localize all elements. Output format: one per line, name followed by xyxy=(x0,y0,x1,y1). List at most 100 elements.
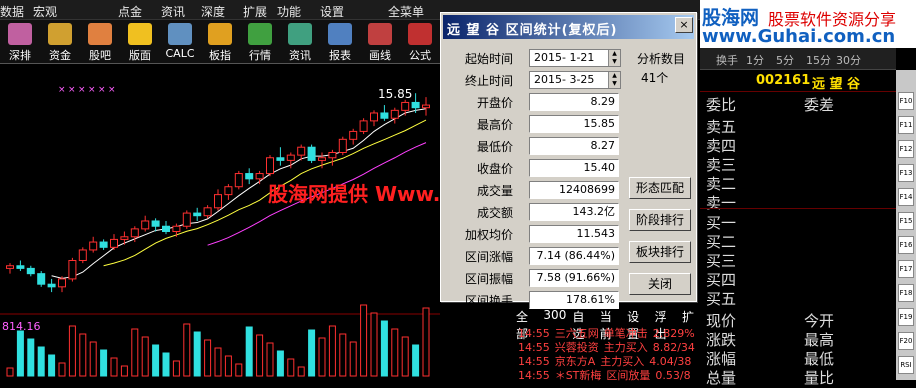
volume-bar xyxy=(204,339,212,377)
money-icon xyxy=(48,23,72,45)
menu-item[interactable]: 资讯 xyxy=(161,3,185,20)
toolbar-button[interactable]: 深排 xyxy=(0,20,40,64)
end-date-value: 2015- 3-25 xyxy=(534,73,595,86)
period-tab[interactable]: 30分 xyxy=(836,52,861,68)
sidebar-button[interactable]: F20 xyxy=(898,332,914,350)
stat-value: 11.543 xyxy=(529,225,619,243)
calculator-icon xyxy=(168,23,192,45)
toolbar-button[interactable]: 版面 xyxy=(120,20,160,64)
radar-tab[interactable]: 300 xyxy=(543,308,566,324)
menu-item[interactable]: 数据 xyxy=(0,3,24,20)
candle-body xyxy=(162,225,170,233)
sidebar-button[interactable]: F19 xyxy=(898,308,914,326)
period-tab[interactable]: 5分 xyxy=(776,52,794,68)
start-date-value: 2015- 1-21 xyxy=(534,51,595,64)
radar-row: 14:55 ＊ST新梅 区间放量 0.53/8 xyxy=(518,367,696,383)
stock-header: 002161 远 望 谷 xyxy=(700,70,896,92)
candle-body xyxy=(224,186,233,196)
pattern-match-button[interactable]: 形态匹配 xyxy=(629,177,691,199)
toolbar-button[interactable]: 报表 xyxy=(320,20,360,64)
menu-item[interactable]: 全菜单 xyxy=(388,3,424,20)
radar-name: ＊ST新梅 xyxy=(554,369,602,382)
candle-body xyxy=(359,120,368,132)
period-tab[interactable]: 换手 xyxy=(716,52,738,68)
toolbar-button[interactable]: 板指 xyxy=(200,20,240,64)
period-tab[interactable]: 1分 xyxy=(746,52,764,68)
sidebar-button[interactable]: RSI xyxy=(898,356,914,374)
candle-body xyxy=(276,157,285,161)
high-price-label: 15.85 xyxy=(378,87,412,101)
candle-body xyxy=(401,101,410,111)
formula-icon xyxy=(408,23,432,45)
sidebar-button[interactable]: F18 xyxy=(898,284,914,302)
interval-stats-dialog: 远 望 谷 区间统计(复权后) × 起始时间 2015- 1-21 ▲ ▼ 终止时间… xyxy=(440,12,697,309)
close-icon[interactable]: × xyxy=(675,17,693,33)
toolbar-button[interactable]: 公式 xyxy=(400,20,440,64)
order-diff-label: 委差 xyxy=(804,96,835,114)
sidebar-button[interactable]: F17 xyxy=(898,260,914,278)
candle-body xyxy=(297,146,306,156)
menu-item[interactable]: 功能 xyxy=(277,3,301,20)
order-book: 委比 委差 卖五 卖四 卖三 卖二 卖一 买一 买二 买三 买四 买五 xyxy=(700,92,896,312)
radar-tab[interactable]: 扩 xyxy=(682,308,694,324)
period-tab[interactable]: 15分 xyxy=(806,52,831,68)
sidebar-button[interactable]: F12 xyxy=(898,140,914,158)
toolbar-label: 公式 xyxy=(409,49,431,62)
stat-value: 7.14 (86.44%) xyxy=(529,247,619,265)
toolbar: 深排 资金 股吧 版面 CALC 板指 行情 资讯 报表 画线 公式 xyxy=(0,20,440,64)
radar-tab[interactable]: 设置 xyxy=(627,308,648,341)
menu-item[interactable]: 设置 xyxy=(320,3,344,20)
volume-bar xyxy=(100,349,108,377)
candle-body xyxy=(390,109,399,119)
volume-bar xyxy=(422,307,430,377)
kline-chart[interactable]: 15.85 814.16 × × × × × × xyxy=(0,64,440,380)
toolbar-button[interactable]: 资讯 xyxy=(280,20,320,64)
candle-body xyxy=(151,220,160,227)
sidebar-button[interactable]: F16 xyxy=(898,236,914,254)
toolbar-button[interactable]: CALC xyxy=(160,20,200,64)
sidebar-button[interactable]: F14 xyxy=(898,188,914,206)
spinner-icon[interactable]: ▲ ▼ xyxy=(608,50,620,66)
candle-body xyxy=(120,236,129,240)
sidebar-button[interactable]: F13 xyxy=(898,164,914,182)
sector-rank-button[interactable]: 板块排行 xyxy=(629,241,691,263)
menu-item[interactable]: 宏观 xyxy=(33,3,57,20)
menu-item[interactable]: 扩展 xyxy=(243,3,267,20)
radar-tab[interactable]: 浮出 xyxy=(655,308,676,341)
candle-body xyxy=(172,225,181,233)
menu-item[interactable]: 深度 xyxy=(201,3,225,20)
quote-label: 现价 xyxy=(706,312,737,330)
bid-level: 买三 xyxy=(706,252,737,270)
stat-value: 8.27 xyxy=(529,137,619,155)
stat-value: 7.58 (91.66%) xyxy=(529,269,619,287)
radar-tab[interactable]: 全部 xyxy=(516,308,537,341)
volume-bar xyxy=(6,367,14,377)
toolbar-button[interactable]: 资金 xyxy=(40,20,80,64)
radar-tab[interactable]: 自选 xyxy=(572,308,593,341)
sidebar-button[interactable]: F15 xyxy=(898,212,914,230)
radar-tabs: 全部 300 自选 当前 设置 浮出扩 xyxy=(516,308,700,341)
spinner-icon[interactable]: ▲ ▼ xyxy=(608,72,620,88)
signal-mark: × xyxy=(68,85,76,95)
menu-item[interactable]: 点金 xyxy=(118,3,142,20)
ask-level: 卖四 xyxy=(706,137,737,155)
toolbar-button[interactable]: 行情 xyxy=(240,20,280,64)
radar-tab[interactable]: 当前 xyxy=(600,308,621,341)
close-button[interactable]: 关闭 xyxy=(629,273,691,295)
volume-bar xyxy=(58,362,66,377)
stage-rank-button[interactable]: 阶段排行 xyxy=(629,209,691,231)
sidebar-button[interactable]: F11 xyxy=(898,116,914,134)
toolbar-button[interactable]: 股吧 xyxy=(80,20,120,64)
start-date-field[interactable]: 2015- 1-21 ▲ ▼ xyxy=(529,49,621,67)
stat-value: 178.61% xyxy=(529,291,619,309)
end-date-field[interactable]: 2015- 3-25 ▲ ▼ xyxy=(529,71,621,89)
stat-label: 区间振幅 xyxy=(464,272,513,286)
sidebar-button[interactable]: F10 xyxy=(898,92,914,110)
toolbar-button[interactable]: 画线 xyxy=(360,20,400,64)
kline-svg: 15.85814.16× × × × × × xyxy=(0,85,440,377)
candle-body xyxy=(37,273,46,285)
volume-bar xyxy=(297,366,305,377)
candle-body xyxy=(422,104,430,109)
ask-level: 卖五 xyxy=(706,118,737,136)
stat-label: 收盘价 xyxy=(476,162,513,176)
